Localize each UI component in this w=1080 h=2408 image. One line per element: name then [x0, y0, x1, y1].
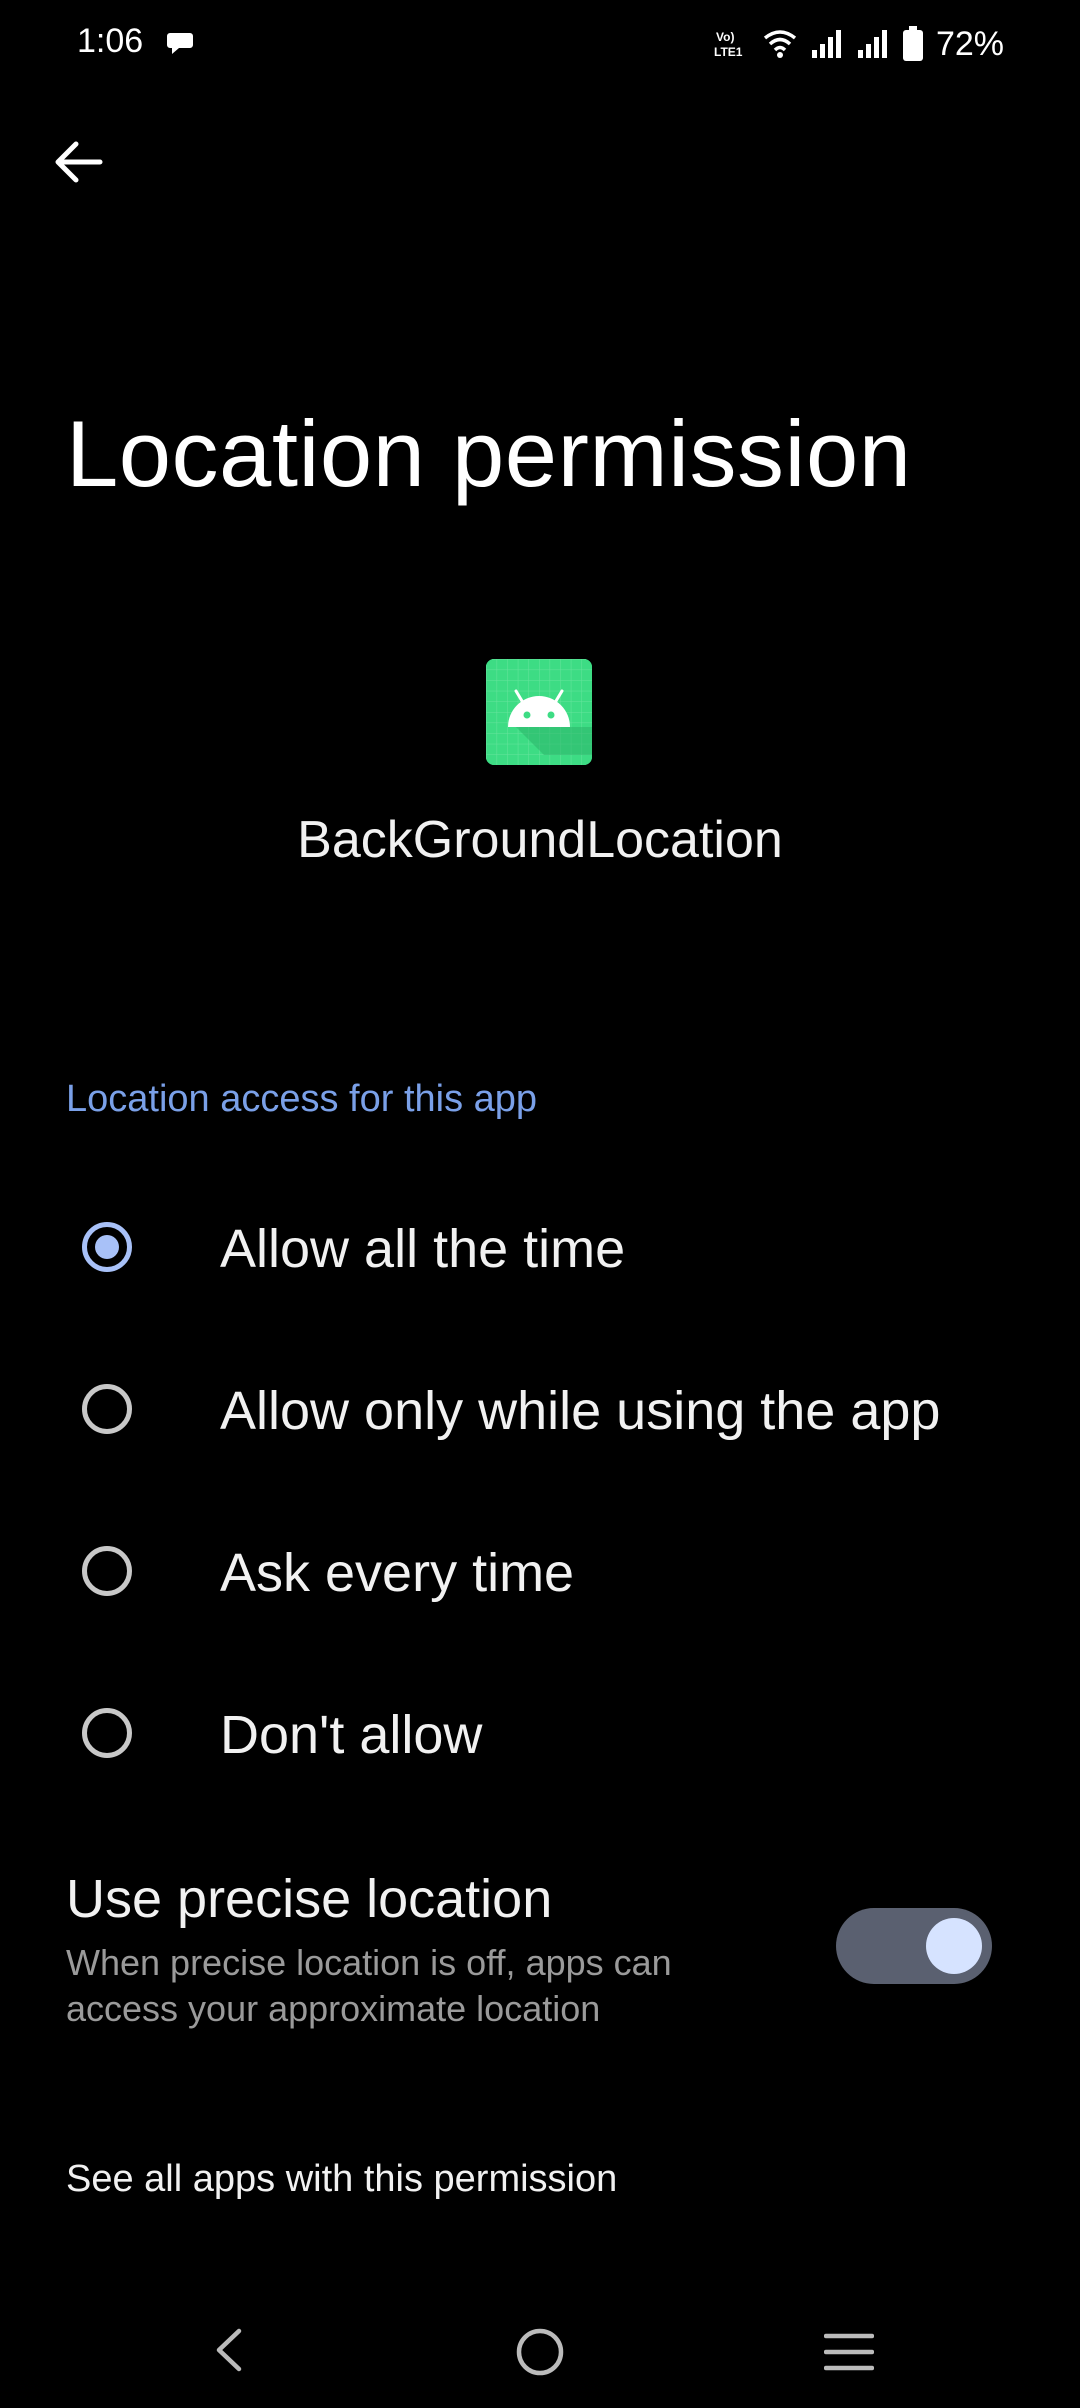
precise-location-title: Use precise location: [66, 1869, 553, 1929]
svg-text:Vo): Vo): [716, 30, 734, 44]
option-label: Allow only while using the app: [220, 1381, 941, 1441]
precise-location-toggle[interactable]: [836, 1908, 992, 1984]
app-name: BackGroundLocation: [297, 811, 783, 869]
battery-icon: [902, 26, 923, 61]
navigation-bar: [0, 2300, 1080, 2408]
precise-location-subtitle: When precise location is off, apps can a…: [66, 1942, 672, 2029]
option-label: Allow all the time: [220, 1219, 626, 1279]
nav-back-icon[interactable]: [205, 2325, 255, 2375]
message-notification-icon: [167, 33, 193, 54]
toggle-knob: [926, 1918, 982, 1974]
option-allow-all-the-time[interactable]: Allow all the time: [66, 1188, 1016, 1308]
option-allow-while-using[interactable]: Allow only while using the app: [66, 1350, 1016, 1470]
option-label: Ask every time: [220, 1543, 575, 1603]
back-arrow-icon[interactable]: [46, 130, 110, 194]
nav-home-icon[interactable]: [512, 2324, 568, 2380]
status-bar: 1:06 Vo) LTE1 72%: [0, 0, 1080, 90]
radio-button-selected[interactable]: [82, 1222, 132, 1272]
android-icon: [486, 659, 592, 765]
see-all-apps-link[interactable]: See all apps with this permission: [66, 2158, 617, 2201]
option-dont-allow[interactable]: Don't allow: [66, 1674, 1016, 1794]
signal-icon-sim1: [811, 30, 841, 58]
option-label: Don't allow: [220, 1705, 483, 1765]
radio-button[interactable]: [82, 1384, 132, 1434]
radio-button[interactable]: [82, 1546, 132, 1596]
section-title: Location access for this app: [66, 1078, 538, 1120]
wifi-icon: [763, 30, 797, 58]
status-time: 1:06: [77, 22, 144, 60]
nav-recents-icon[interactable]: [824, 2330, 874, 2374]
battery-percent: 72%: [935, 24, 1004, 63]
volte-icon: Vo) LTE1: [714, 30, 743, 59]
page-title: Location permission: [66, 401, 912, 506]
svg-text:LTE1: LTE1: [714, 45, 743, 59]
radio-button[interactable]: [82, 1708, 132, 1758]
status-icons: Vo) LTE1 72%: [714, 22, 1004, 66]
signal-icon-sim2: [857, 30, 887, 58]
option-ask-every-time[interactable]: Ask every time: [66, 1512, 1016, 1632]
